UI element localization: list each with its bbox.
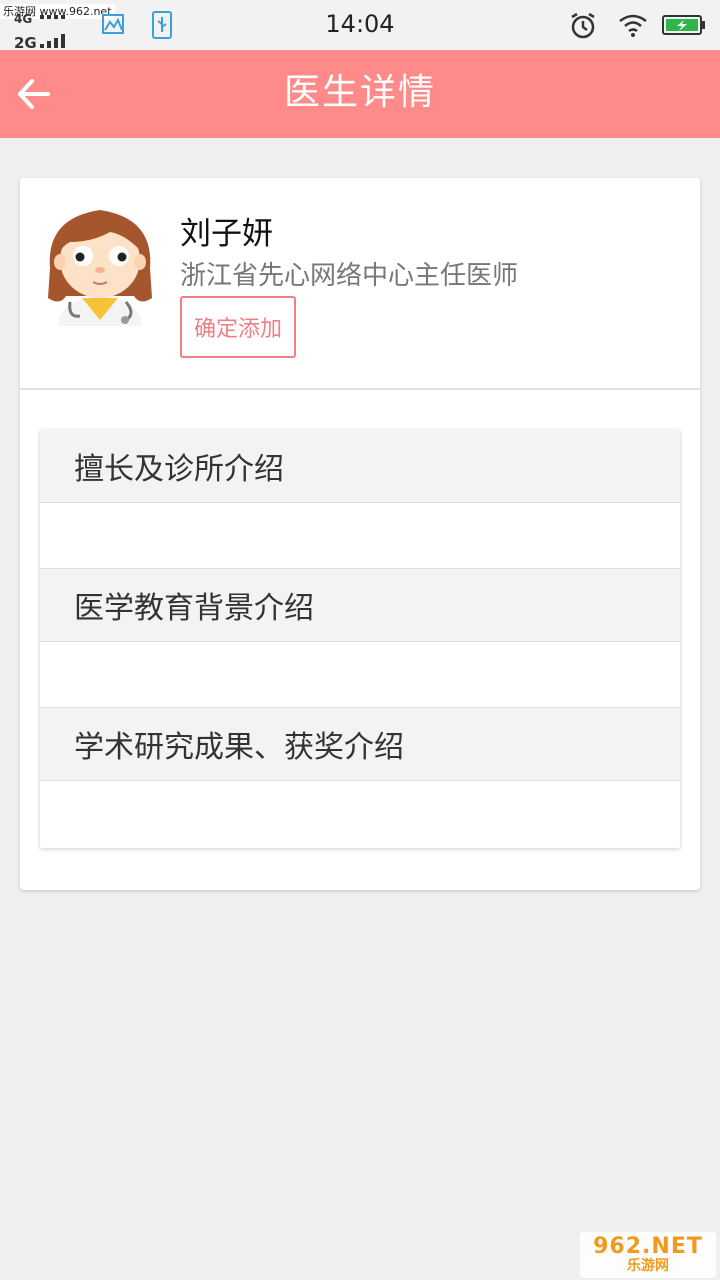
- page-title: 医生详情: [283, 72, 436, 113]
- doctor-avatar: [48, 210, 152, 326]
- status-bar: 乐游网 www.962.net 4G 2G 14:04: [0, 0, 720, 52]
- doctor-name: 刘子妍: [180, 216, 273, 252]
- watermark-main-text: 962.NET: [593, 1234, 703, 1259]
- wifi-icon: [619, 14, 647, 37]
- doctor-info-sections: 擅长及诊所介绍 医学教育背景介绍 学术研究成果、获奖介绍: [40, 430, 680, 848]
- alarm-icon: [571, 12, 595, 39]
- section-content-research: [40, 781, 680, 847]
- section-heading-education: 医学教育背景介绍: [40, 569, 680, 642]
- watermark-sub-text: 乐游网: [627, 1258, 669, 1274]
- section-content-education: [40, 642, 680, 708]
- app-bar: 医生详情: [0, 50, 720, 138]
- doctor-profile: 刘子妍 浙江省先心网络中心主任医师 确定添加: [20, 178, 700, 390]
- section-heading-research: 学术研究成果、获奖介绍: [40, 708, 680, 781]
- section-heading-specialty: 擅长及诊所介绍: [40, 430, 680, 503]
- doctor-position: 浙江省先心网络中心主任医师: [180, 261, 519, 291]
- confirm-add-button[interactable]: 确定添加: [180, 296, 296, 358]
- section-content-specialty: [40, 503, 680, 569]
- doctor-detail-card: 刘子妍 浙江省先心网络中心主任医师 确定添加 擅长及诊所介绍 医学教育背景介绍 …: [20, 178, 700, 890]
- clock-time: 14:04: [325, 10, 395, 38]
- battery-charging-icon: [662, 15, 705, 35]
- site-watermark-logo: 962.NET 乐游网: [580, 1232, 716, 1278]
